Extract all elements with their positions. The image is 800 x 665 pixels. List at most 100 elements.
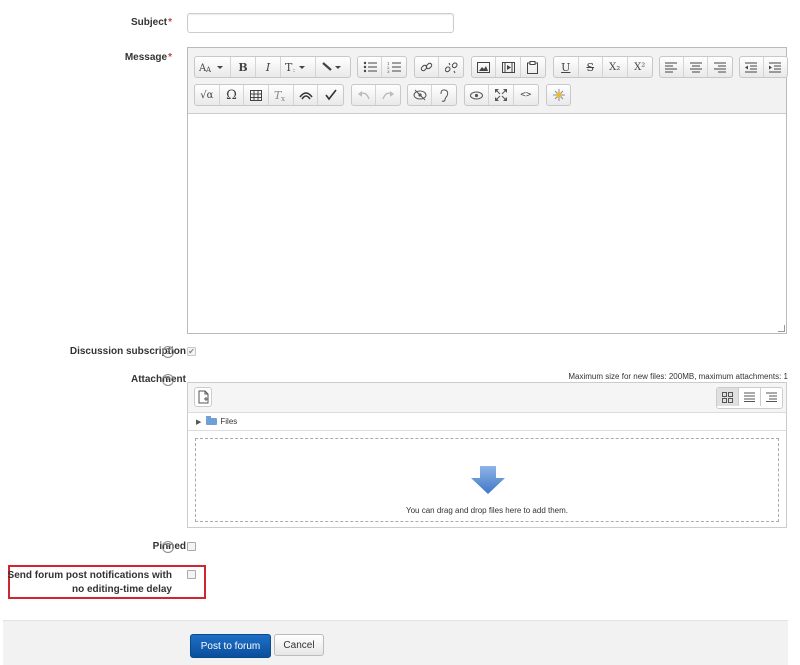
- accessibility-checker-icon: [325, 89, 337, 101]
- underline-button[interactable]: U: [554, 57, 579, 77]
- required-marker: *: [168, 52, 172, 63]
- files-folder-label[interactable]: Files: [220, 417, 237, 426]
- drop-arrow-icon: [471, 466, 505, 494]
- align-right-button[interactable]: [708, 57, 732, 77]
- subject-label: Subject*: [130, 17, 172, 28]
- align-right-icon: [714, 62, 727, 72]
- subscript-icon: X₂: [609, 61, 621, 73]
- preview-button[interactable]: [465, 85, 490, 105]
- notify-label-line-1: Send forum post notifications with: [7, 570, 172, 581]
- max-size-note: Maximum size for new files: 200MB, maxim…: [568, 372, 788, 381]
- indent-button[interactable]: [764, 57, 787, 77]
- icon-view-button[interactable]: [717, 388, 739, 406]
- align-group: [659, 56, 733, 78]
- resize-handle[interactable]: [778, 325, 785, 332]
- superscript-button[interactable]: X²: [628, 57, 652, 77]
- bold-button[interactable]: B: [231, 57, 256, 77]
- align-center-icon: [689, 62, 702, 72]
- special-character-button[interactable]: Ω: [220, 85, 245, 105]
- ordered-list-button[interactable]: 123: [382, 57, 406, 77]
- redo-button[interactable]: [376, 85, 400, 105]
- indent-group: [739, 56, 788, 78]
- equation-button[interactable]: √α: [195, 85, 220, 105]
- italic-icon: I: [265, 60, 271, 74]
- ear-button[interactable]: [432, 85, 456, 105]
- list-view-button[interactable]: [739, 388, 761, 406]
- file-picker-toolbar: [188, 383, 786, 413]
- accessibility-icon: [413, 89, 426, 101]
- expand-triangle-icon[interactable]: ▶: [196, 418, 201, 426]
- add-file-icon: [198, 390, 209, 404]
- underline-icon: U: [561, 60, 571, 74]
- outdent-icon: [745, 62, 758, 72]
- file-picker: ▶ Files You can drag and drop files here…: [187, 382, 787, 528]
- message-textarea[interactable]: [188, 113, 786, 333]
- bold-icon: B: [238, 60, 248, 74]
- align-left-icon: [665, 62, 678, 72]
- pinned-checkbox[interactable]: [187, 542, 196, 551]
- draw-button[interactable]: [316, 57, 350, 77]
- divider: [188, 430, 786, 431]
- notify-no-delay-checkbox[interactable]: [187, 570, 196, 579]
- attachment-label: Attachment: [130, 374, 186, 385]
- unordered-list-icon: [363, 61, 377, 73]
- fullscreen-button[interactable]: [489, 85, 514, 105]
- undo-icon: [357, 91, 370, 100]
- media-icon: [501, 61, 515, 73]
- font-size-icon: AA: [199, 63, 223, 73]
- html-button[interactable]: <>: [514, 85, 538, 105]
- clear-formatting-button[interactable]: Tx: [269, 85, 294, 105]
- image-button[interactable]: [472, 57, 497, 77]
- image-icon: [477, 61, 491, 73]
- link-button[interactable]: [415, 57, 440, 77]
- svg-text::: :: [293, 67, 295, 73]
- cancel-button[interactable]: Cancel: [274, 634, 324, 656]
- discussion-subscription-help-icon[interactable]: ?: [162, 346, 174, 358]
- table-button[interactable]: [244, 85, 270, 105]
- accessibility-button[interactable]: [408, 85, 433, 105]
- link-icon: [420, 62, 433, 71]
- unordered-list-button[interactable]: [358, 57, 383, 77]
- pinned-help-icon[interactable]: ?: [162, 541, 174, 553]
- media-button[interactable]: [496, 57, 521, 77]
- redo-icon: [382, 91, 394, 100]
- tree-view-button[interactable]: [761, 388, 782, 406]
- subject-input[interactable]: [187, 13, 454, 33]
- table-icon: [250, 89, 263, 101]
- preview-icon: [470, 91, 484, 99]
- unlink-button[interactable]: [439, 57, 463, 77]
- message-label: Message*: [124, 52, 172, 63]
- screenreader-helper-icon: [298, 92, 313, 100]
- manage-files-button[interactable]: [521, 57, 545, 77]
- undo-button[interactable]: [352, 85, 377, 105]
- align-left-button[interactable]: [660, 57, 684, 77]
- html-icon: <>: [520, 90, 532, 100]
- tree-icon: [766, 392, 777, 402]
- attachment-help-icon[interactable]: ?: [162, 374, 174, 386]
- italic-button[interactable]: I: [256, 57, 281, 77]
- accessibility-checker-button[interactable]: [318, 85, 343, 105]
- font-style-group: U S X₂ X²: [553, 56, 653, 78]
- text-format-group: AA B I T:: [194, 56, 351, 78]
- outdent-button[interactable]: [740, 57, 764, 77]
- subscript-button[interactable]: X₂: [603, 57, 628, 77]
- text-style-button[interactable]: T:: [281, 57, 316, 77]
- font-size-button[interactable]: AA: [195, 57, 231, 77]
- file-dropzone[interactable]: You can drag and drop files here to add …: [195, 438, 779, 522]
- folder-icon: [206, 416, 218, 425]
- align-center-button[interactable]: [684, 57, 709, 77]
- accessibility-group: [407, 84, 457, 106]
- screenreader-helper-button[interactable]: [294, 85, 319, 105]
- superscript-icon: X²: [634, 61, 646, 73]
- sparkle-button[interactable]: [547, 85, 570, 105]
- post-to-forum-button[interactable]: Post to forum: [190, 634, 271, 658]
- strikethrough-button[interactable]: S: [579, 57, 603, 77]
- file-picker-path: ▶ Files: [196, 416, 237, 426]
- add-file-button[interactable]: [194, 387, 212, 407]
- svg-text:T: T: [285, 61, 293, 73]
- discussion-subscription-checkbox[interactable]: ✔: [187, 347, 196, 356]
- manage-files-icon: [527, 60, 539, 74]
- notify-no-delay-label: Send forum post notifications with no ed…: [8, 569, 172, 597]
- ear-icon: [440, 88, 449, 102]
- unlink-icon: [444, 62, 457, 73]
